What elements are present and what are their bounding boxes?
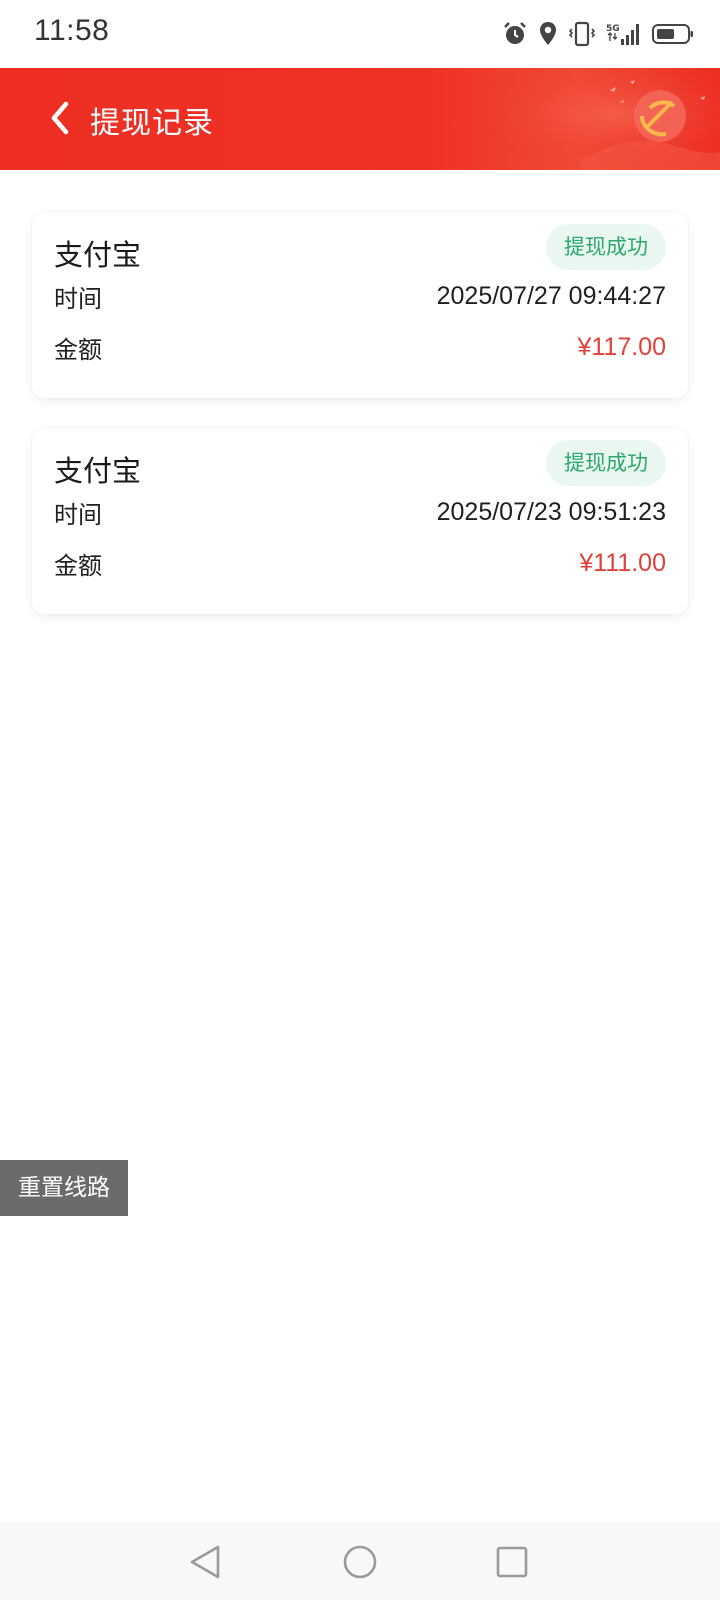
payment-method: 支付宝 bbox=[54, 454, 142, 488]
nav-home-button[interactable] bbox=[338, 1540, 382, 1584]
time-row: 时间 2025/07/23 09:51:23 bbox=[54, 494, 666, 530]
time-value: 2025/07/23 09:51:23 bbox=[436, 497, 666, 526]
withdrawal-record-list: 支付宝 提现成功 时间 2025/07/27 09:44:27 金额 ¥117.… bbox=[32, 212, 688, 644]
recents-square-icon bbox=[496, 1546, 528, 1578]
alarm-icon bbox=[504, 22, 526, 44]
page-title: 提现记录 bbox=[90, 106, 214, 141]
back-triangle-icon bbox=[190, 1545, 220, 1579]
withdrawal-record-card: 支付宝 提现成功 时间 2025/07/27 09:44:27 金额 ¥117.… bbox=[32, 212, 688, 398]
battery-icon bbox=[652, 24, 693, 44]
system-nav-bar bbox=[0, 1522, 720, 1600]
amount-label: 金额 bbox=[54, 551, 102, 580]
time-label: 时间 bbox=[54, 284, 102, 313]
chevron-left-icon bbox=[51, 101, 69, 135]
nav-recents-button[interactable] bbox=[490, 1540, 534, 1584]
party-emblem-decoration bbox=[460, 68, 720, 170]
amount-value: ¥111.00 bbox=[579, 548, 666, 577]
status-time: 11:58 bbox=[34, 14, 110, 47]
status-bar: 11:58 5G bbox=[0, 0, 720, 68]
vibrate-icon bbox=[568, 21, 596, 47]
amount-row: 金额 ¥117.00 bbox=[54, 329, 666, 365]
app-header: 提现记录 bbox=[0, 68, 720, 170]
signal-icon: 5G bbox=[606, 24, 639, 45]
status-badge: 提现成功 bbox=[546, 440, 666, 486]
location-icon bbox=[540, 22, 556, 45]
status-icons: 5G bbox=[502, 18, 694, 50]
amount-label: 金额 bbox=[54, 335, 102, 364]
status-badge: 提现成功 bbox=[546, 224, 666, 270]
reset-route-button[interactable]: 重置线路 bbox=[0, 1160, 128, 1216]
withdrawal-record-card: 支付宝 提现成功 时间 2025/07/23 09:51:23 金额 ¥111.… bbox=[32, 428, 688, 614]
network-label: 5G bbox=[606, 24, 620, 34]
time-label: 时间 bbox=[54, 500, 102, 529]
back-button[interactable] bbox=[34, 92, 86, 144]
time-row: 时间 2025/07/27 09:44:27 bbox=[54, 278, 666, 314]
amount-value: ¥117.00 bbox=[577, 332, 666, 361]
nav-back-button[interactable] bbox=[184, 1540, 228, 1584]
time-value: 2025/07/27 09:44:27 bbox=[436, 281, 666, 310]
amount-row: 金额 ¥111.00 bbox=[54, 545, 666, 581]
home-circle-icon bbox=[343, 1545, 377, 1579]
payment-method: 支付宝 bbox=[54, 238, 142, 272]
